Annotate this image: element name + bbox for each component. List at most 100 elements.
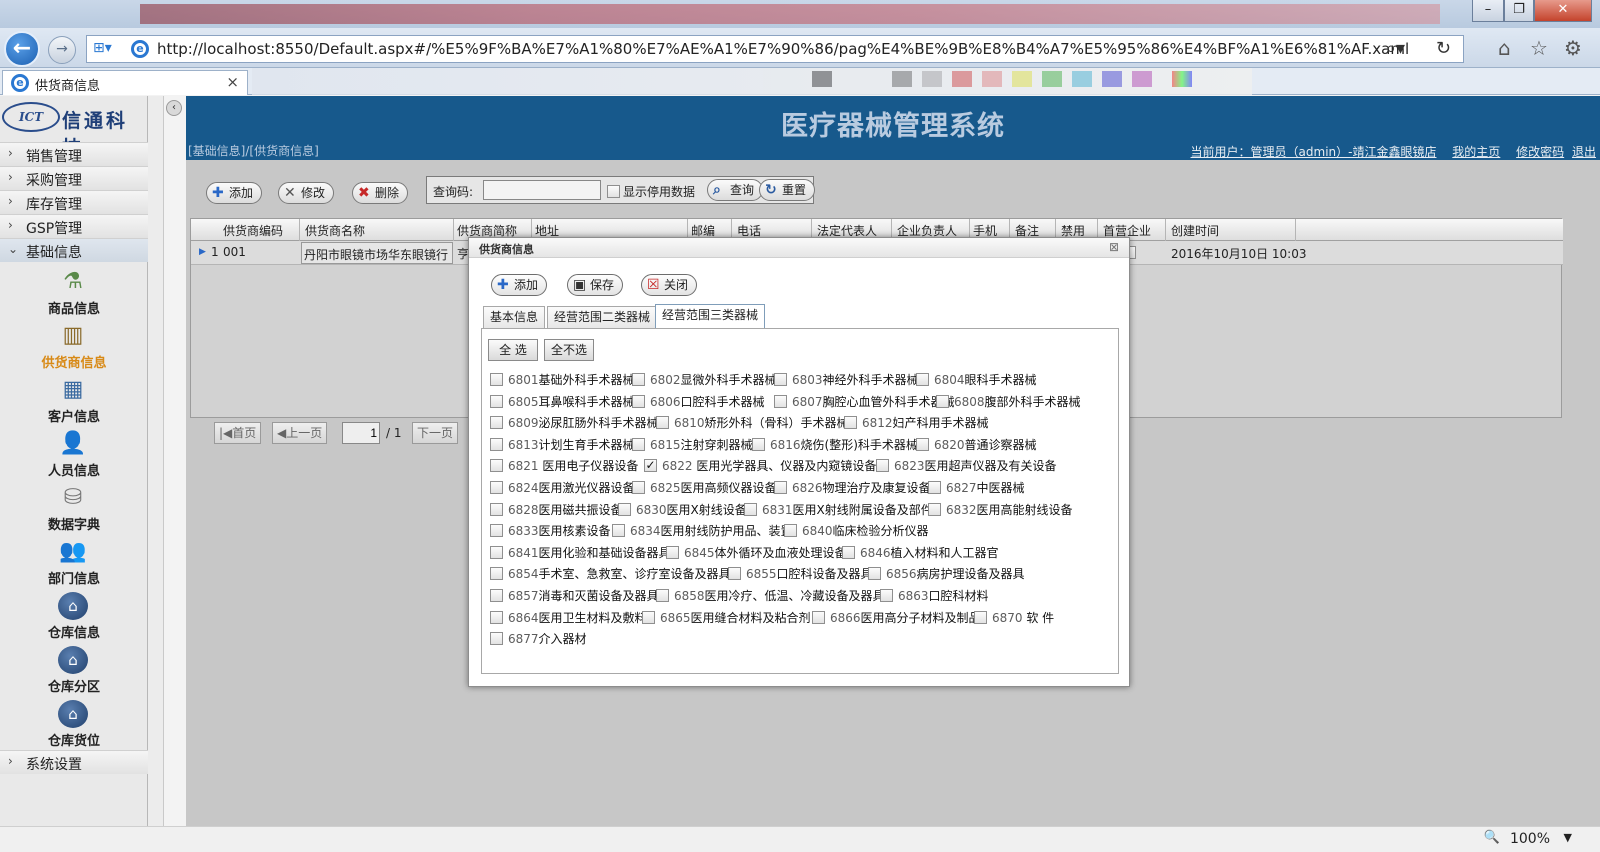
scope-item-6824[interactable]: 6824医用激光仪器设备 <box>490 479 635 497</box>
dialog-add-button[interactable]: ✚ 添加 <box>491 274 548 296</box>
scope-checkbox[interactable] <box>490 632 503 645</box>
home-icon[interactable]: ⌂ <box>1498 36 1511 60</box>
scope-item-6826[interactable]: 6826物理治疗及康复设备 <box>774 479 931 497</box>
sidebar-menu-gsp[interactable]: › GSP管理 <box>0 214 148 238</box>
scope-item-6809[interactable]: 6809泌尿肛肠外科手术器械 <box>490 414 659 432</box>
page-number-input[interactable] <box>342 422 380 444</box>
collapse-sidebar-icon[interactable]: ‹ <box>166 100 182 116</box>
scope-item-6825[interactable]: 6825医用高频仪器设备 <box>632 479 777 497</box>
scope-checkbox[interactable] <box>490 438 503 451</box>
scope-checkbox[interactable] <box>490 524 503 537</box>
scope-checkbox[interactable] <box>774 395 787 408</box>
sidebar-item-product[interactable]: ⚗ 商品信息 <box>0 266 148 320</box>
scope-checkbox[interactable] <box>490 589 503 602</box>
dialog-close-icon[interactable]: ⊠ <box>1109 240 1119 254</box>
scope-checkbox[interactable] <box>936 395 949 408</box>
dialog-save-button[interactable]: ▣ 保存 <box>567 274 624 296</box>
show-disabled-checkbox[interactable] <box>607 185 620 198</box>
scope-checkbox[interactable] <box>916 373 929 386</box>
scope-item-6858[interactable]: 6858医用冷疗、低温、冷藏设备及器具 <box>656 587 885 605</box>
back-button[interactable]: ← <box>4 31 40 67</box>
scope-checkbox[interactable] <box>774 373 787 386</box>
scope-item-6827[interactable]: 6827中医器械 <box>928 479 1025 497</box>
scope-item-6855[interactable]: 6855口腔科设备及器具 <box>728 565 873 583</box>
forward-button[interactable]: → <box>48 36 76 64</box>
scope-checkbox[interactable] <box>880 589 893 602</box>
scope-checkbox[interactable] <box>490 546 503 559</box>
scope-item-6863[interactable]: 6863口腔科材料 <box>880 587 989 605</box>
scope-item-6845[interactable]: 6845体外循环及血液处理设备 <box>666 544 847 562</box>
scope-item-6806[interactable]: 6806口腔科手术器械 <box>632 393 765 411</box>
next-page-button[interactable]: 下一页 <box>412 422 459 444</box>
scope-checkbox[interactable] <box>490 567 503 580</box>
zoom-level[interactable]: 100% <box>1510 831 1550 847</box>
scope-item-6820[interactable]: 6820普通诊察器械 <box>916 436 1037 454</box>
scope-checkbox[interactable] <box>844 416 857 429</box>
scope-checkbox[interactable] <box>928 481 941 494</box>
scope-checkbox[interactable] <box>666 546 679 559</box>
scope-item-6813[interactable]: 6813计划生育手术器械 <box>490 436 635 454</box>
sidebar-menu-sales[interactable]: › 销售管理 <box>0 142 148 166</box>
address-bar[interactable]: ⊞▾ e http://localhost:8550/Default.aspx#… <box>86 35 1464 63</box>
scope-checkbox[interactable] <box>490 416 503 429</box>
browser-tab[interactable]: e 供货商信息 × <box>2 70 248 95</box>
scope-item-6856[interactable]: 6856病房护理设备及器具 <box>868 565 1025 583</box>
scope-checkbox[interactable] <box>618 503 631 516</box>
scope-item-6821[interactable]: 6821 医用电子仪器设备 <box>490 457 638 475</box>
scope-item-6865[interactable]: 6865医用缝合材料及粘合剂 <box>642 609 811 627</box>
column-header[interactable]: 供货商编码 <box>223 222 283 239</box>
scope-checkbox[interactable] <box>642 611 655 624</box>
scope-checkbox[interactable] <box>490 481 503 494</box>
scope-item-6802[interactable]: 6802显微外科手术器械 <box>632 371 777 389</box>
change-password-link[interactable]: 修改密码 <box>1516 145 1564 159</box>
scope-checkbox[interactable] <box>774 481 787 494</box>
scope-item-6841[interactable]: 6841医用化验和基础设备器具 <box>490 544 671 562</box>
scope-checkbox[interactable] <box>928 503 941 516</box>
sidebar-item-warehouse-location[interactable]: ⌂ 仓库货位 <box>0 698 148 752</box>
favorites-star-icon[interactable]: ☆ <box>1530 36 1548 60</box>
scope-item-6816[interactable]: 6816烧伤(整形)科手术器械 <box>752 436 918 454</box>
scope-checkbox[interactable] <box>644 459 657 472</box>
scope-item-6822[interactable]: 6822 医用光学器具、仪器及内窥镜设备 <box>644 457 876 475</box>
scope-item-6801[interactable]: 6801基础外科手术器械 <box>490 371 635 389</box>
tab-scope-class3[interactable]: 经营范围三类器械 <box>655 304 766 328</box>
minimize-button[interactable]: – <box>1472 0 1504 22</box>
scope-checkbox[interactable] <box>632 438 645 451</box>
sidebar-menu-system-settings[interactable]: › 系统设置 <box>0 750 148 774</box>
maximize-button[interactable]: ❐ <box>1504 0 1534 22</box>
scope-item-6803[interactable]: 6803神经外科手术器械 <box>774 371 919 389</box>
edit-button[interactable]: ✕ 修改 <box>278 182 335 204</box>
scope-checkbox[interactable] <box>784 524 797 537</box>
scope-item-6823[interactable]: 6823医用超声仪器及有关设备 <box>876 457 1057 475</box>
scope-checkbox[interactable] <box>490 611 503 624</box>
cell-name[interactable]: 丹阳市眼镜市场华东眼镜行 <box>301 242 453 264</box>
sidebar-menu-basic-info[interactable]: ⌄ 基础信息 <box>0 238 148 262</box>
scope-checkbox[interactable] <box>974 611 987 624</box>
scope-item-6808[interactable]: 6808腹部外科手术器械 <box>936 393 1081 411</box>
scope-item-6840[interactable]: 6840临床检验分析仪器 <box>784 522 929 540</box>
sidebar-item-staff[interactable]: 👤 人员信息 <box>0 428 148 482</box>
scope-checkbox[interactable] <box>728 567 741 580</box>
scope-checkbox[interactable] <box>752 438 765 451</box>
sidebar-item-customer[interactable]: ▦ 客户信息 <box>0 374 148 428</box>
scope-checkbox[interactable] <box>842 546 855 559</box>
scope-item-6804[interactable]: 6804眼科手术器械 <box>916 371 1037 389</box>
window-close-button[interactable]: ✕ <box>1534 0 1592 22</box>
scope-item-6807[interactable]: 6807胸腔心血管外科手术器械 <box>774 393 955 411</box>
refresh-icon[interactable]: ↻ <box>1436 38 1451 59</box>
sidebar-item-warehouse-zone[interactable]: ⌂ 仓库分区 <box>0 644 148 698</box>
prev-page-button[interactable]: ◀上一页 <box>272 422 328 444</box>
scope-item-6870[interactable]: 6870 软 件 <box>974 609 1054 627</box>
search-button[interactable]: ⌕ 查询 <box>707 179 764 201</box>
scope-item-6864[interactable]: 6864医用卫生材料及敷料 <box>490 609 647 627</box>
scope-item-6854[interactable]: 6854手术室、急救室、诊疗室设备及器具 <box>490 565 731 583</box>
scope-item-6834[interactable]: 6834医用射线防护用品、装置 <box>612 522 793 540</box>
add-button[interactable]: ✚ 添加 <box>206 182 263 204</box>
first-page-button[interactable]: |◀首页 <box>214 422 262 444</box>
scope-item-6830[interactable]: 6830医用X射线设备 <box>618 501 747 519</box>
zoom-dropdown-icon[interactable]: ▼ <box>1564 831 1572 844</box>
column-header[interactable]: 供货商名称 <box>305 222 365 239</box>
scope-item-6815[interactable]: 6815注射穿刺器械 <box>632 436 753 454</box>
sidebar-item-warehouse[interactable]: ⌂ 仓库信息 <box>0 590 148 644</box>
scope-checkbox[interactable] <box>812 611 825 624</box>
